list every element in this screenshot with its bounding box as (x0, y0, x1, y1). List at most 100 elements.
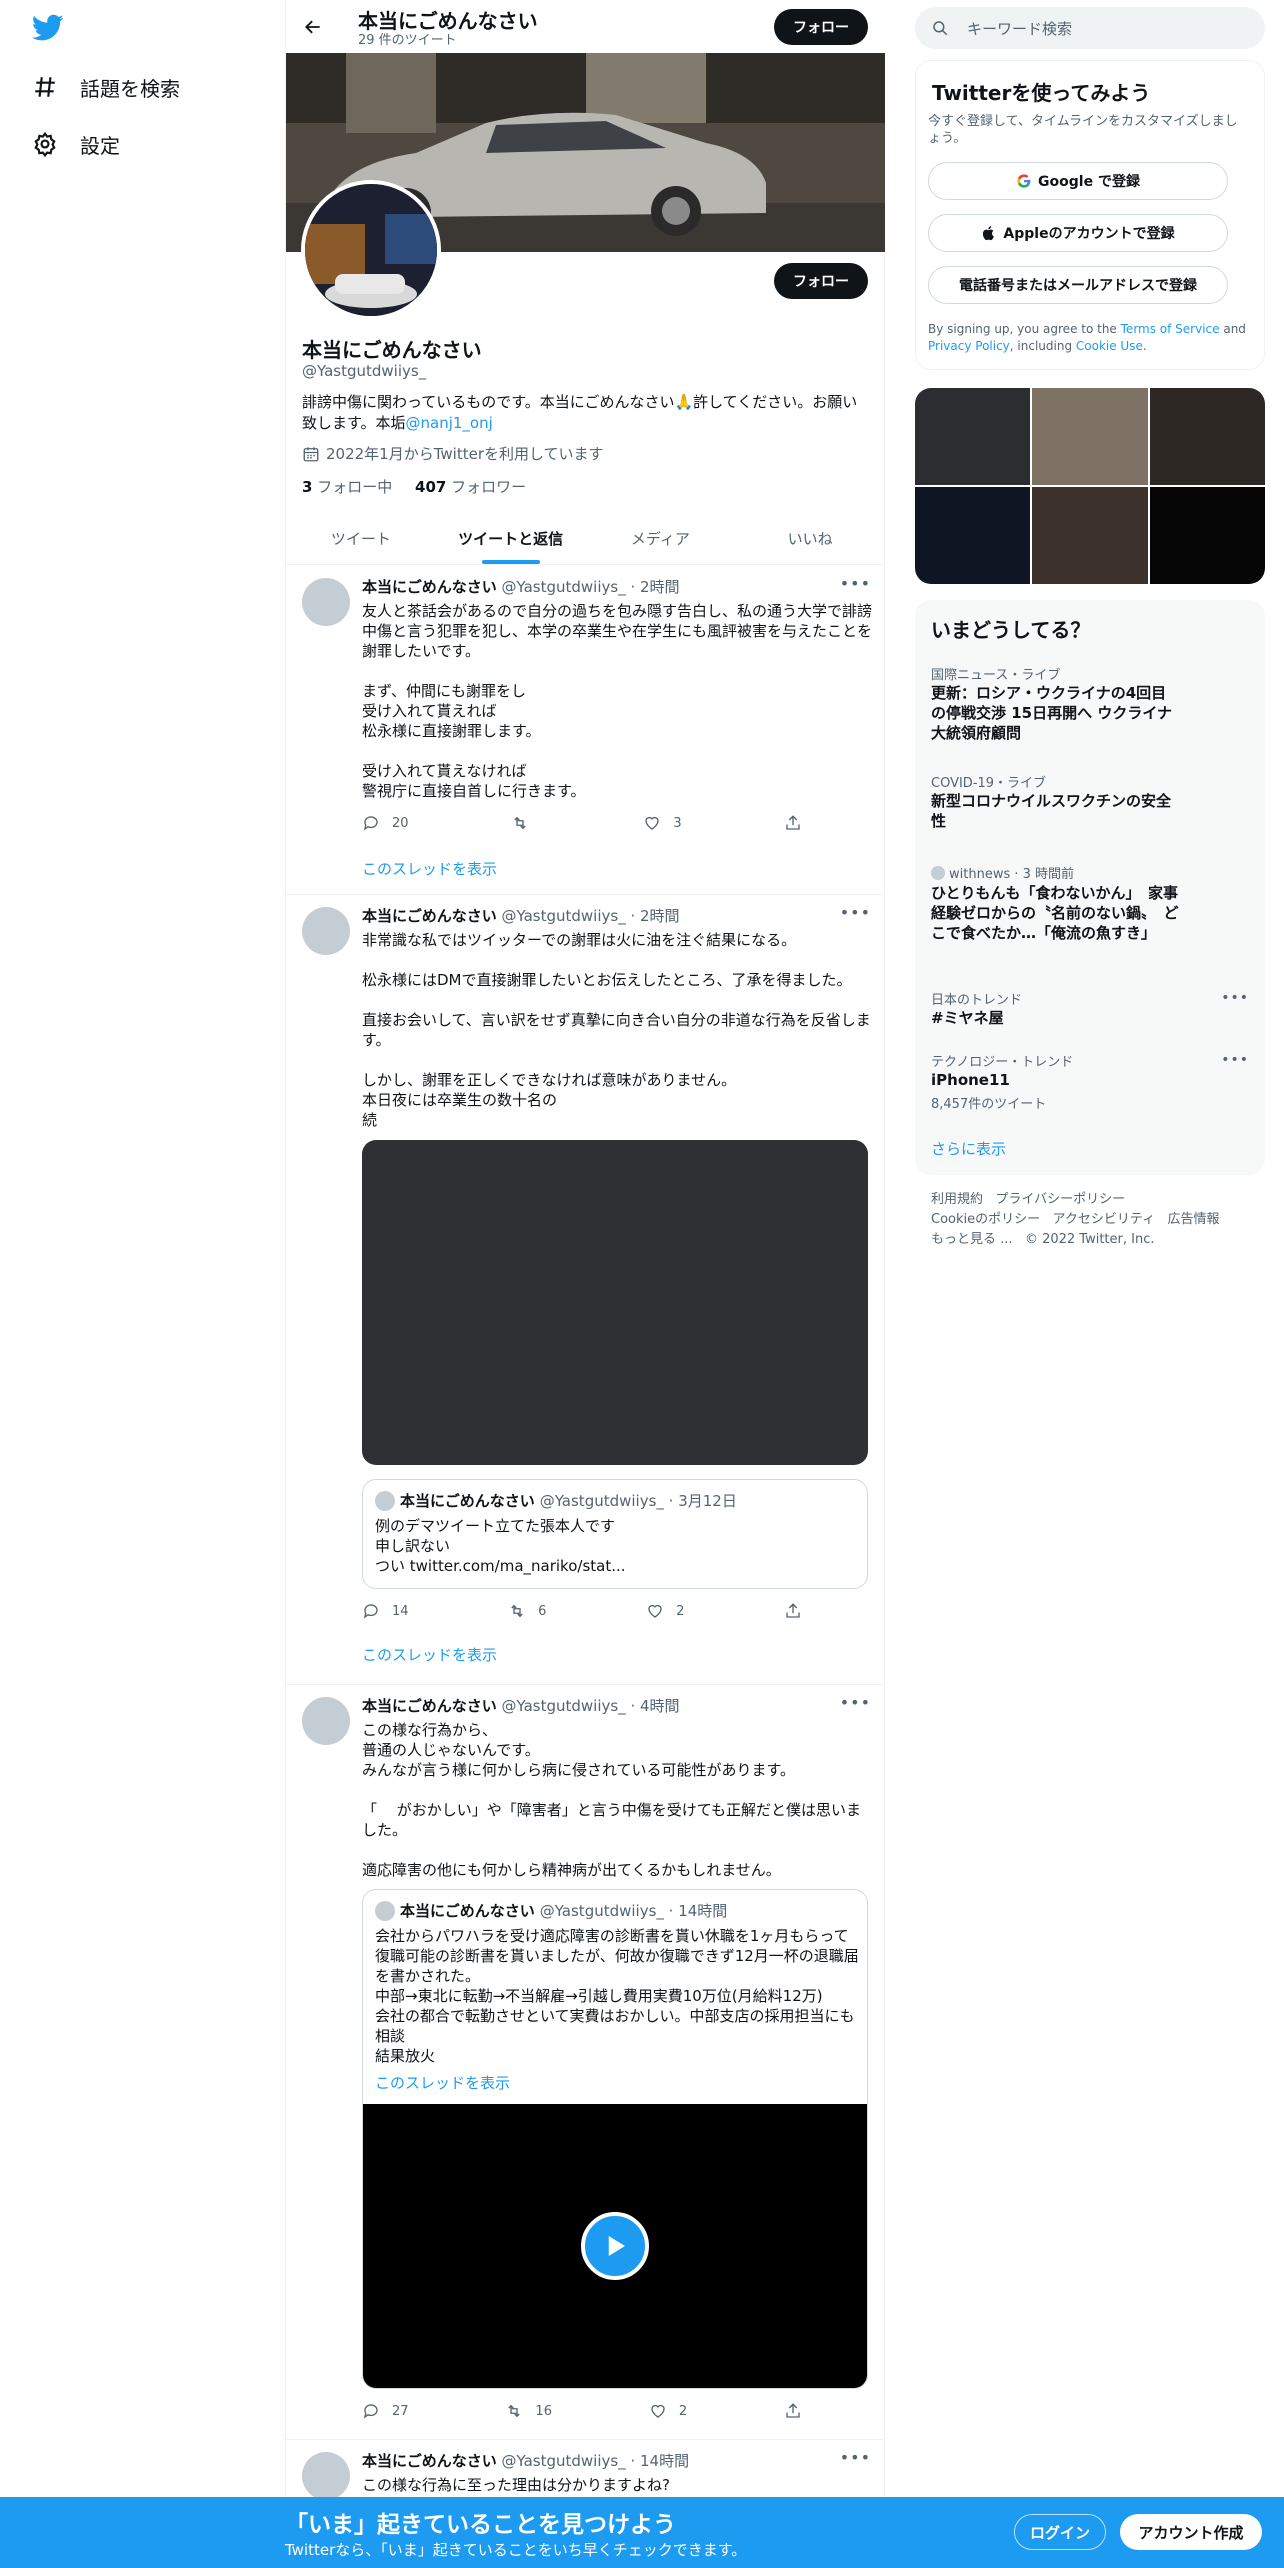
more-icon[interactable]: ••• (840, 2448, 871, 2467)
like-button[interactable]: 2 (646, 1600, 684, 1622)
media-thumb[interactable] (915, 487, 1031, 584)
retweet-button[interactable]: 16 (505, 2400, 552, 2422)
show-thread-link[interactable]: このスレッドを表示 (362, 858, 497, 879)
tweet-media-image[interactable] (362, 1140, 868, 1465)
quoted-tweet[interactable]: 本当にごめんなさい @Yastgutdwiiys_ · 14時間 会社からパワハ… (362, 1889, 868, 2389)
legal-text-2: and (1219, 322, 1246, 336)
tweet-header: 本当にごめんなさい @Yastgutdwiiys_ · 4時間 (362, 1695, 680, 1716)
share-icon (786, 2403, 800, 2418)
signup-title: Twitterを使ってみよう (932, 81, 1151, 105)
share-button[interactable] (784, 812, 802, 834)
media-thumb[interactable] (1149, 487, 1265, 584)
tweet-author-name[interactable]: 本当にごめんなさい (362, 578, 497, 596)
footer-link[interactable]: 利用規約 (931, 1192, 983, 1207)
cookie-link[interactable]: Cookie Use (1076, 339, 1143, 353)
tab-tweets[interactable]: ツイート (286, 512, 436, 564)
profile-bio-text: 誹謗中傷に関わっているものです。本当にごめんなさい🙏許してください。お願い致しま… (302, 393, 858, 432)
media-thumb[interactable] (1032, 388, 1148, 485)
play-button[interactable] (581, 2212, 649, 2280)
back-arrow-icon[interactable] (298, 12, 328, 42)
followers-count: 407 (415, 478, 447, 496)
tweet-item[interactable]: 本当にごめんなさい @Yastgutdwiiys_ · 4時間 ••• この様な… (286, 1685, 885, 2440)
legal-text-3: , including (1009, 339, 1076, 353)
share-button[interactable] (784, 1600, 802, 1622)
profile-avatar[interactable] (301, 180, 441, 320)
media-thumb[interactable] (1032, 487, 1148, 584)
trend-title[interactable]: ひとりもんも「食わないかん」 家事経験ゼロからの〝名前のない鍋〟 どこで食べたか… (931, 883, 1181, 943)
tweet-avatar[interactable] (302, 907, 350, 955)
show-more-link[interactable]: さらに表示 (931, 1138, 1006, 1159)
profile-bio-link[interactable]: @nanj1_onj (406, 414, 493, 432)
retweet-count: 6 (538, 1603, 547, 1619)
trend-more-icon[interactable]: ••• (1221, 1052, 1249, 1068)
more-icon[interactable]: ••• (840, 574, 871, 593)
tweet-avatar[interactable] (302, 1697, 350, 1745)
retweet-icon (514, 816, 526, 830)
avatar-image (305, 184, 437, 316)
quoted-tweet[interactable]: 本当にごめんなさい @Yastgutdwiiys_ · 3月12日 例のデマツイ… (362, 1479, 868, 1589)
quoted-show-thread-link[interactable]: このスレッドを表示 (375, 2072, 510, 2093)
reply-button[interactable]: 20 (362, 812, 409, 834)
more-icon[interactable]: ••• (840, 903, 871, 922)
calendar-icon (303, 446, 319, 461)
like-count: 2 (678, 2403, 688, 2419)
trend-title[interactable]: 新型コロナウイルスワクチンの安全性 (931, 791, 1181, 831)
quoted-video[interactable] (363, 2104, 867, 2388)
like-button[interactable]: 2 (649, 2400, 687, 2422)
footer-link[interactable]: もっと見る ... (931, 1232, 1013, 1247)
phone-email-signup-button[interactable]: 電話番号またはメールアドレスで登録 (928, 266, 1228, 304)
trend-count: 8,457件のツイート (931, 1097, 1047, 1112)
privacy-link[interactable]: Privacy Policy (928, 339, 1010, 353)
nav-settings[interactable]: 設定 (32, 124, 120, 164)
create-account-button[interactable]: アカウント作成 (1120, 2514, 1262, 2550)
profile-follow-button[interactable]: フォロー (774, 263, 868, 299)
nav-explore[interactable]: 話題を検索 (32, 67, 180, 107)
trend-title[interactable]: iPhone11 (931, 1070, 1181, 1090)
trend-title[interactable]: 更新：ロシア・ウクライナの4回目の停戦交渉 15日再開へ ウクライナ大統領府顧問 (931, 683, 1181, 743)
footer-link[interactable]: プライバシーポリシー (995, 1192, 1125, 1207)
tab-likes[interactable]: いいね (735, 512, 885, 564)
footer-link[interactable]: 広告情報 (1168, 1212, 1220, 1227)
tweet-author-name[interactable]: 本当にごめんなさい (362, 907, 497, 925)
trend-title[interactable]: #ミヤネ屋 (931, 1008, 1181, 1028)
profile-header-bar: 本当にごめんなさい 29 件のツイート フォロー (286, 0, 885, 53)
show-thread-link[interactable]: このスレッドを表示 (362, 1644, 497, 1665)
tweet-item[interactable]: 本当にごめんなさい @Yastgutdwiiys_ · 2時間 ••• 非常識な… (286, 895, 885, 1685)
reply-button[interactable]: 27 (362, 2400, 409, 2422)
following-link[interactable]: 3 フォロー中 (302, 478, 392, 496)
tab-media[interactable]: メディア (586, 512, 736, 564)
like-button[interactable]: 3 (643, 812, 682, 834)
trend-more-icon[interactable]: ••• (1221, 990, 1249, 1006)
retweet-button[interactable]: 6 (508, 1600, 546, 1622)
followers-link[interactable]: 407 フォロワー (415, 478, 526, 496)
media-thumb[interactable] (1149, 388, 1265, 485)
google-signup-label: Google で登録 (1038, 174, 1140, 190)
search-input[interactable]: キーワード検索 (967, 18, 1072, 39)
tweet-item[interactable]: 本当にごめんなさい @Yastgutdwiiys_ · 2時間 ••• 友人と茶… (286, 566, 885, 895)
search-icon (933, 21, 948, 36)
tweet-text: 非常識な私ではツイッターでの謝罪は火に油を注ぐ結果になる。 松永様にはDMで直接… (362, 931, 871, 1129)
terms-link[interactable]: Terms of Service (1121, 322, 1220, 336)
footer-link[interactable]: アクセシビリティ (1053, 1212, 1156, 1227)
twitter-logo-icon[interactable] (31, 14, 64, 42)
share-button[interactable] (784, 2400, 802, 2422)
tweet-avatar[interactable] (302, 578, 350, 626)
tweet-author-name[interactable]: 本当にごめんなさい (362, 2452, 497, 2470)
header-follow-button[interactable]: フォロー (774, 9, 868, 45)
reply-button[interactable]: 14 (362, 1600, 409, 1622)
tweet-avatar[interactable] (302, 2452, 350, 2500)
login-button[interactable]: ログイン (1014, 2514, 1106, 2550)
apple-signup-button[interactable]: Appleのアカウントで登録 (928, 214, 1228, 252)
search-box[interactable]: キーワード検索 (915, 7, 1265, 49)
tweet-header: 本当にごめんなさい @Yastgutdwiiys_ · 14時間 (362, 2450, 689, 2471)
media-thumb[interactable] (915, 388, 1031, 485)
google-signup-button[interactable]: Google で登録 (928, 162, 1228, 200)
tab-tweets-and-replies[interactable]: ツイートと返信 (436, 512, 586, 564)
more-icon[interactable]: ••• (840, 1693, 871, 1712)
tweet-author-name[interactable]: 本当にごめんなさい (362, 1697, 497, 1715)
retweet-button[interactable] (511, 812, 541, 834)
trend-meta-row: withnews · 3 時間前 (931, 863, 1074, 882)
tweet-text: 友人と茶話会があるので自分の過ちを包み隠す告白し、私の通う大学で誹謗中傷と言う犯… (362, 602, 873, 800)
footer-link[interactable]: Cookieのポリシー (931, 1212, 1040, 1227)
trends-card: いまどうしてる？ 国際ニュース・ライブ 更新：ロシア・ウクライナの4回目の停戦交… (915, 600, 1265, 1175)
